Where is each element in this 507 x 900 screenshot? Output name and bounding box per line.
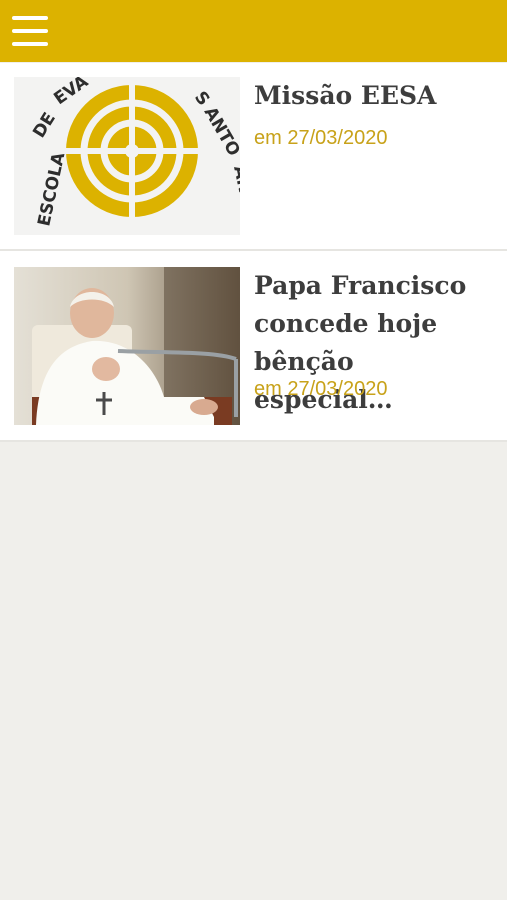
eesa-logo-thumbnail[interactable]: ESCOLA DE EVA S ANTO ANDRÉ	[14, 77, 240, 235]
news-card[interactable]: Papa Francisco concede hoje bênção espec…	[0, 251, 507, 442]
app-header	[0, 0, 507, 62]
news-date: em 27/03/2020	[254, 378, 388, 400]
hamburger-menu-icon[interactable]	[12, 16, 48, 46]
news-title[interactable]: Missão EESA	[254, 77, 499, 115]
pope-photo-image	[14, 267, 240, 425]
pope-photo-thumbnail[interactable]	[14, 267, 240, 425]
news-card[interactable]: ESCOLA DE EVA S ANTO ANDRÉ	[0, 63, 507, 251]
news-date: em 27/03/2020	[254, 127, 388, 149]
news-feed: ESCOLA DE EVA S ANTO ANDRÉ	[0, 63, 507, 442]
eesa-logo-image: ESCOLA DE EVA S ANTO ANDRÉ	[14, 77, 240, 235]
